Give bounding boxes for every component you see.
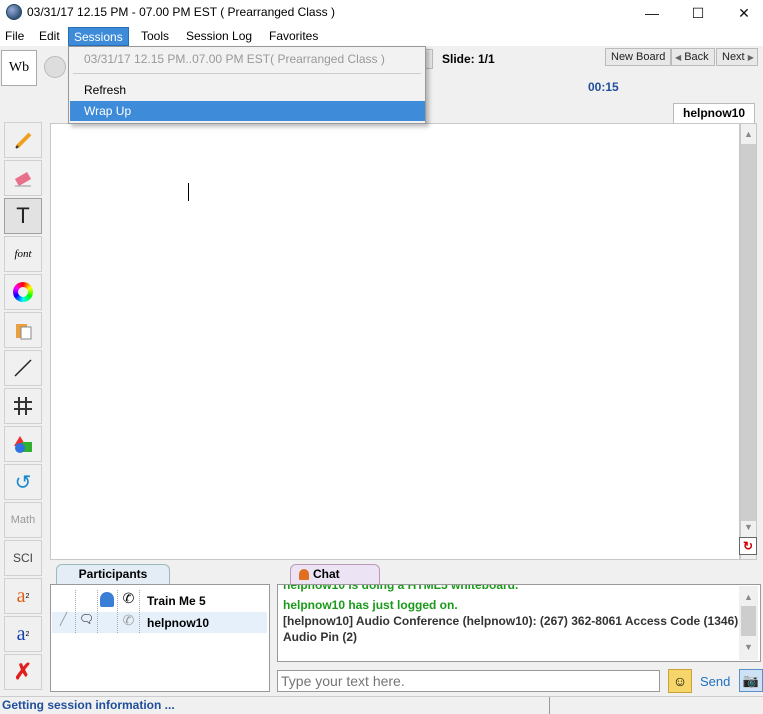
participant-row[interactable]: ✆ Train Me 5 [52, 590, 267, 611]
tab-chat[interactable]: Chat [290, 564, 380, 584]
eraser-icon[interactable] [4, 160, 42, 196]
user-icon [98, 590, 118, 611]
menu-sessions[interactable]: Sessions [68, 27, 129, 46]
superscript-glyph: a [16, 584, 26, 607]
menu-session-log[interactable]: Session Log [181, 27, 257, 46]
text-cursor [188, 183, 189, 201]
sci-tool-glyph: SCI [12, 551, 33, 565]
color-wheel-icon[interactable] [4, 274, 42, 310]
slide-indicator: Slide: 1/1 [442, 52, 495, 66]
math-eq-icon[interactable]: Math [4, 502, 42, 538]
minimize-icon[interactable]: — [629, 0, 675, 26]
text-tool-glyph: T [16, 203, 30, 228]
participant-name: helpnow10 [147, 616, 210, 630]
shapes-icon[interactable] [4, 426, 42, 462]
subscript-glyph: a [16, 622, 26, 645]
participant-row[interactable]: ╱ 🗨 ✆ helpnow10 [52, 612, 267, 633]
clipboard-icon[interactable] [4, 312, 42, 348]
sessions-dropdown: 03/31/17 12.15 PM..07.00 PM EST( Prearra… [68, 46, 426, 124]
send-button[interactable]: Send [700, 674, 730, 689]
scientific-icon[interactable]: SCI [4, 540, 42, 576]
menu-file[interactable]: File [0, 27, 29, 46]
menu-favorites[interactable]: Favorites [264, 27, 323, 46]
emoji-icon[interactable]: ☺ [668, 669, 692, 693]
scroll-down-icon[interactable]: ▼ [741, 522, 756, 532]
chat-tab-label: Chat [313, 567, 340, 581]
tool-palette: T font ↺ Math SCI a2 a2 ✗ [4, 122, 42, 692]
maximize-icon[interactable]: ☐ [675, 0, 721, 26]
menu-divider [73, 73, 421, 74]
math-tool-glyph: Math [10, 514, 36, 526]
chat-message: helpnow10 has just logged on. [283, 598, 458, 612]
refresh-canvas-icon[interactable]: ↻ [739, 537, 757, 555]
app-logo-icon [6, 4, 22, 20]
next-label: Next [722, 51, 745, 63]
menu-tools[interactable]: Tools [136, 27, 174, 46]
back-arrow-icon: ◀ [675, 53, 682, 62]
scroll-up-icon[interactable]: ▲ [741, 129, 756, 139]
chat-input[interactable] [277, 670, 660, 692]
status-text: Getting session information ... [2, 698, 175, 712]
chat-scroll-thumb[interactable] [741, 606, 756, 636]
status-divider [549, 697, 550, 714]
participant-name: Train Me 5 [147, 594, 206, 608]
undo-icon[interactable]: ↺ [4, 464, 42, 500]
new-board-button[interactable]: New Board [605, 48, 672, 66]
back-button[interactable]: ◀ Back [671, 48, 715, 66]
participants-list: ✆ Train Me 5 ╱ 🗨 ✆ helpnow10 [50, 584, 270, 692]
chat-scroll-down-icon[interactable]: ▼ [741, 642, 756, 652]
phone-icon: ✆ [118, 612, 140, 633]
clear-icon[interactable]: ✗ [4, 654, 42, 690]
chat-bubble-icon: 🗨 [76, 612, 98, 633]
pen-icon: ╱ [52, 612, 76, 633]
line-icon[interactable] [4, 350, 42, 386]
chat-message: helpnow10 is doing a HTML5 whiteboard. [283, 584, 519, 592]
close-icon[interactable]: ✕ [721, 0, 763, 26]
menu-item-refresh[interactable]: Refresh [70, 80, 425, 100]
subscript-icon[interactable]: a2 [4, 616, 42, 652]
globe-icon[interactable] [44, 56, 66, 78]
chat-user-icon [299, 569, 309, 580]
camera-icon[interactable]: 📷 [739, 669, 763, 692]
menu-item-wrap-up[interactable]: Wrap Up [70, 101, 425, 121]
font-tool-glyph: font [14, 248, 32, 260]
chat-scroll-up-icon[interactable]: ▲ [741, 592, 756, 602]
chat-log: helpnow10 is doing a HTML5 whiteboard. h… [277, 584, 761, 662]
pencil-icon[interactable] [4, 122, 42, 158]
chat-message: [helpnow10] Audio Conference (helpnow10)… [283, 614, 739, 628]
back-label: Back [684, 51, 709, 63]
superscript-icon[interactable]: a2 [4, 578, 42, 614]
next-arrow-icon: ▶ [747, 53, 754, 62]
session-timer: 00:15 [588, 80, 619, 94]
tab-whiteboard-user[interactable]: helpnow10 [673, 103, 755, 123]
whiteboard-button[interactable]: Wb [1, 50, 37, 86]
text-tool-icon[interactable]: T [4, 198, 42, 234]
phone-icon: ✆ [118, 590, 140, 611]
menu-edit[interactable]: Edit [34, 27, 65, 46]
whiteboard-canvas[interactable] [50, 123, 740, 560]
font-icon[interactable]: font [4, 236, 42, 272]
chat-message: Audio Pin (2) [283, 630, 357, 644]
tab-participants[interactable]: Participants [56, 564, 170, 584]
window-title: 03/31/17 12.15 PM - 07.00 PM EST ( Prear… [27, 5, 335, 19]
menu-item-current-session: 03/31/17 12.15 PM..07.00 PM EST( Prearra… [84, 52, 385, 66]
next-button[interactable]: Next ▶ [716, 48, 758, 66]
grid-icon[interactable] [4, 388, 42, 424]
canvas-scroll-thumb[interactable] [741, 144, 756, 521]
